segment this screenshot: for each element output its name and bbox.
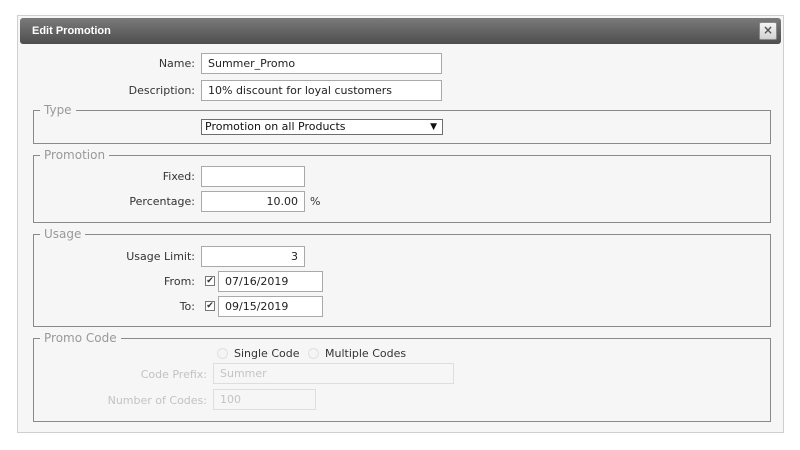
- percentage-label: Percentage:: [129, 195, 195, 208]
- dropdown-arrow-icon: ▼: [430, 122, 437, 132]
- number-of-codes-input[interactable]: 100: [213, 389, 316, 410]
- percentage-unit: %: [310, 195, 321, 208]
- name-input[interactable]: Summer_Promo: [201, 53, 442, 74]
- checkmark-icon: ✔: [206, 301, 214, 311]
- multiple-codes-radio[interactable]: [308, 348, 319, 359]
- fixed-input[interactable]: [201, 166, 305, 187]
- description-input[interactable]: 10% discount for loyal customers: [201, 80, 442, 101]
- edit-promotion-dialog: Edit Promotion × Name: Summer_Promo Desc…: [17, 15, 784, 433]
- close-icon: ×: [762, 23, 774, 37]
- usage-group: Usage: [33, 227, 771, 327]
- description-label: Description:: [128, 84, 195, 97]
- type-legend: Type: [40, 103, 76, 117]
- code-prefix-label: Code Prefix:: [140, 368, 207, 381]
- dialog-title: Edit Promotion: [32, 25, 111, 37]
- type-group: Type Promotion on all Products ▼: [33, 103, 771, 144]
- usage-limit-input[interactable]: 3: [201, 246, 305, 267]
- code-prefix-input[interactable]: Summer: [213, 363, 454, 384]
- from-checkbox[interactable]: ✔: [205, 276, 215, 286]
- multiple-codes-label: Multiple Codes: [325, 347, 407, 360]
- to-label: To:: [179, 300, 195, 313]
- checkmark-icon: ✔: [206, 276, 214, 286]
- type-select-value: Promotion on all Products: [205, 120, 346, 133]
- percentage-input[interactable]: 10.00: [201, 191, 305, 212]
- from-label: From:: [164, 275, 195, 288]
- name-label: Name:: [158, 57, 195, 70]
- type-select[interactable]: Promotion on all Products ▼: [201, 119, 443, 135]
- close-button[interactable]: ×: [759, 22, 777, 40]
- single-code-radio[interactable]: [217, 348, 228, 359]
- usage-legend: Usage: [40, 227, 86, 241]
- usage-limit-label: Usage Limit:: [126, 250, 195, 263]
- promo-code-legend: Promo Code: [40, 331, 121, 345]
- promotion-legend: Promotion: [40, 148, 110, 162]
- to-checkbox[interactable]: ✔: [205, 301, 215, 311]
- single-code-label: Single Code: [234, 347, 300, 360]
- fixed-label: Fixed:: [162, 170, 195, 183]
- from-date-input[interactable]: 07/16/2019: [218, 271, 323, 292]
- to-date-input[interactable]: 09/15/2019: [218, 296, 323, 317]
- number-of-codes-label: Number of Codes:: [107, 394, 207, 407]
- promotion-group: Promotion: [33, 148, 771, 223]
- dialog-titlebar[interactable]: Edit Promotion ×: [20, 18, 781, 44]
